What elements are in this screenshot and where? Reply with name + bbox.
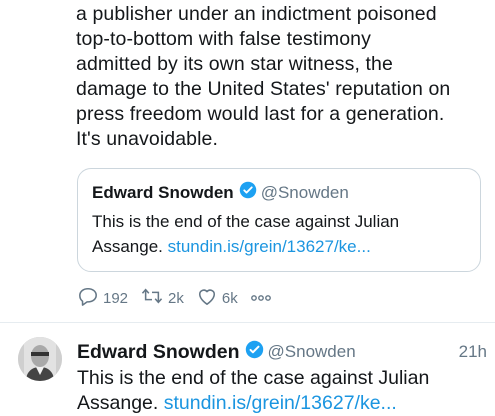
avatar[interactable] [18,337,62,381]
tweet-text-line: a publisher under an indictment poisoned [76,3,437,25]
author-handle[interactable]: @Snowden [268,342,356,362]
quoted-author-name[interactable]: Edward Snowden [92,183,234,203]
tweet-text-line: top-to-bottom with false testimony [76,28,371,50]
tweet-timestamp[interactable]: 21h [459,342,487,362]
like-icon [196,286,222,310]
reply-count: 192 [103,289,129,307]
quoted-text-prefix: Assange. [92,237,168,256]
tweet-divider [0,322,495,323]
reply-icon [77,286,103,310]
next-tweet-text: This is the end of the case against Juli… [77,366,429,416]
retweet-icon [140,286,168,310]
quoted-tweet-text: This is the end of the case against Juli… [92,209,472,259]
quoted-tweet-card[interactable]: Edward Snowden @Snowden This is the end … [77,168,481,272]
more-icon [250,290,276,307]
reply-button[interactable]: 192 [77,286,128,310]
quoted-author-handle[interactable]: @Snowden [261,183,349,203]
next-tweet-link[interactable]: stundin.is/grein/13627/ke... [164,392,397,414]
quoted-tweet-link[interactable]: stundin.is/grein/13627/ke... [168,237,371,256]
like-button[interactable]: 6k [196,286,238,310]
more-button[interactable] [250,290,276,307]
retweet-count: 2k [168,289,184,307]
next-tweet-text-prefix: Assange. [77,392,164,414]
tweet-text-line: admitted by its own star witness, the [76,53,393,75]
tweet-text-line: It's unavoidable. [76,128,219,150]
tweet-actions: 192 2k 6k [77,286,288,310]
like-count: 6k [221,289,238,307]
tweet-text: a publisher under an indictment poisoned… [76,2,488,152]
verified-badge-icon [245,340,264,364]
tweet-text-line: damage to the United States' reputation … [76,78,451,100]
author-name[interactable]: Edward Snowden [77,341,240,364]
verified-badge-icon [239,181,257,204]
tweet-text-line: press freedom would last for a generatio… [76,103,445,125]
retweet-button[interactable]: 2k [140,286,184,310]
quoted-text-line: This is the end of the case against Juli… [92,212,400,231]
next-tweet-text-line: This is the end of the case against Juli… [77,367,430,389]
next-tweet-header: Edward Snowden @Snowden 21h [77,340,487,364]
quoted-tweet-header: Edward Snowden @Snowden [92,181,349,204]
